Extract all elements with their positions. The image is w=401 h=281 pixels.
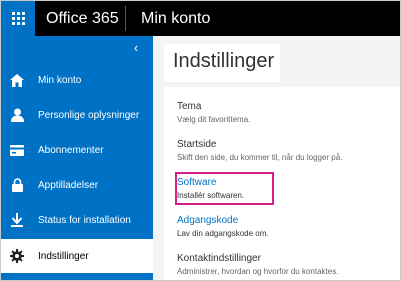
setting-startside[interactable]: Startside Skift den side, du kommer til,… bbox=[177, 139, 397, 163]
highlight-box bbox=[175, 172, 274, 205]
sidebar-item-abonnementer[interactable]: Abonnementer bbox=[1, 133, 153, 167]
window-frame: Office 365 Min konto ‹ Min konto Personl… bbox=[0, 0, 401, 281]
sidebar-item-label: Apptilladelser bbox=[38, 179, 99, 191]
setting-heading: Adgangskode bbox=[177, 215, 239, 226]
setting-tema[interactable]: Tema Vælg dit favorittema. bbox=[177, 101, 397, 125]
sidebar-item-label: Abonnementer bbox=[38, 144, 104, 156]
setting-description: Vælg dit favorittema. bbox=[177, 115, 251, 124]
topbar-divider bbox=[125, 6, 126, 31]
setting-heading: Kontaktindstillinger bbox=[177, 253, 261, 264]
credit-card-icon bbox=[10, 143, 24, 157]
setting-description: Skift den side, du kommer til, når du lo… bbox=[177, 153, 343, 162]
sidebar-item-personlige-oplysninger[interactable]: Personlige oplysninger bbox=[1, 98, 153, 132]
sidebar-item-label: Indstillinger bbox=[38, 250, 89, 262]
gear-icon bbox=[10, 249, 24, 263]
top-bar: Office 365 Min konto bbox=[1, 1, 400, 36]
sidebar-footer bbox=[1, 273, 153, 280]
setting-description: Lav din adgangskode om. bbox=[177, 229, 269, 238]
setting-heading: Tema bbox=[177, 101, 202, 112]
app-title[interactable]: Office 365 bbox=[46, 1, 119, 36]
sidebar-item-label: Min konto bbox=[38, 74, 82, 86]
download-icon bbox=[10, 213, 24, 227]
setting-description: Administrer, hvordan og hvorfor du konta… bbox=[177, 267, 339, 276]
home-icon bbox=[10, 73, 24, 87]
sidebar-item-status-for-installation[interactable]: Status for installation bbox=[1, 203, 153, 237]
setting-heading: Startside bbox=[177, 139, 217, 150]
chevron-left-icon[interactable]: ‹ bbox=[129, 41, 143, 55]
sidebar-item-label: Personlige oplysninger bbox=[38, 109, 140, 121]
waffle-icon bbox=[11, 12, 25, 25]
page-name: Min konto bbox=[141, 10, 211, 27]
setting-kontaktindstillinger[interactable]: Kontaktindstillinger Administrer, hvorda… bbox=[177, 253, 397, 277]
sidebar-item-indstillinger[interactable]: Indstillinger bbox=[1, 239, 153, 273]
person-icon bbox=[10, 108, 24, 122]
app-launcher-button[interactable] bbox=[1, 1, 35, 36]
page-title: Indstillinger bbox=[173, 50, 275, 72]
setting-adgangskode-link[interactable]: Adgangskode Lav din adgangskode om. bbox=[177, 215, 397, 239]
sidebar-item-label: Status for installation bbox=[38, 214, 131, 226]
sidebar-item-apptilladelser[interactable]: Apptilladelser bbox=[1, 168, 153, 202]
sidebar-item-min-konto[interactable]: Min konto bbox=[1, 63, 153, 97]
lock-icon bbox=[10, 178, 24, 192]
